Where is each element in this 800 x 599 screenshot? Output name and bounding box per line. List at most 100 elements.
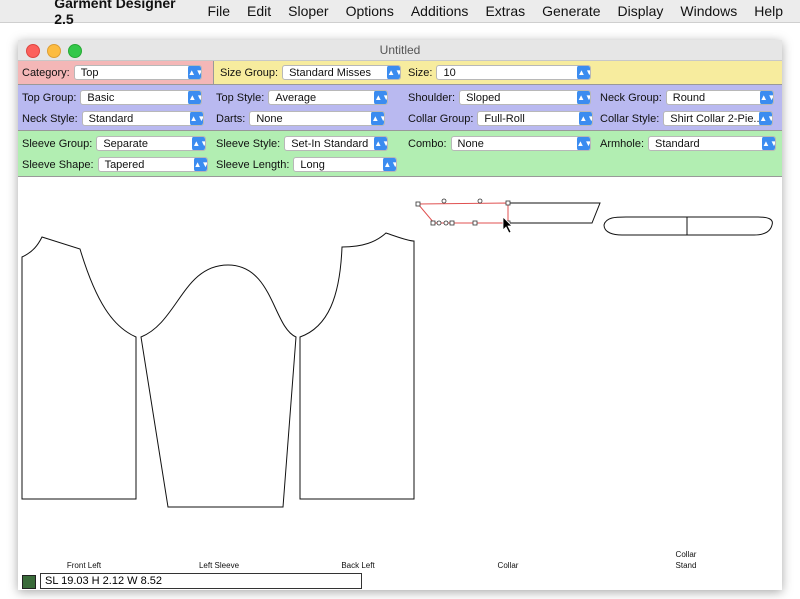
close-light-icon[interactable] (26, 44, 40, 58)
menu-windows[interactable]: Windows (680, 3, 737, 19)
label-collar-stand-2: Stand (675, 561, 697, 570)
chevron-updown-icon: ▲▼ (577, 91, 591, 104)
window-title: Untitled (379, 43, 421, 57)
darts-field: Darts: None▲▼ (216, 111, 386, 126)
collar-stand-piece (603, 216, 773, 236)
sleeve-length-select[interactable]: Long▲▼ (293, 157, 398, 172)
pattern-canvas[interactable]: Front Left Left Sleeve Back Left Collar … (18, 177, 782, 575)
sleeve-style-select[interactable]: Set-In Standard▲▼ (284, 136, 389, 151)
category-select[interactable]: Top▲▼ (73, 65, 202, 80)
collar-piece (508, 202, 601, 224)
back-left-piece (299, 232, 415, 500)
shoulder-field: Shoulder: Sloped▲▼ (408, 90, 592, 105)
menu-help[interactable]: Help (754, 3, 783, 19)
chevron-updown-icon: ▲▼ (371, 112, 385, 125)
menu-sloper[interactable]: Sloper (288, 3, 328, 19)
sleeve-length-label: Sleeve Length: (216, 158, 290, 171)
shoulder-label: Shoulder: (408, 91, 456, 104)
menu-additions[interactable]: Additions (411, 3, 469, 19)
sleeve-length-field: Sleeve Length: Long▲▼ (216, 157, 398, 172)
size-group-label: Size Group: (220, 66, 279, 79)
armhole-field: Armhole: Standard▲▼ (600, 136, 777, 151)
neck-group-label: Neck Group: (600, 91, 662, 104)
size-field: Size: 10▲▼ (408, 65, 592, 80)
sleeve-group-select[interactable]: Separate▲▼ (96, 136, 207, 151)
neck-style-select[interactable]: Standard▲▼ (81, 111, 204, 126)
darts-select[interactable]: None▲▼ (249, 111, 386, 126)
menu-extras[interactable]: Extras (485, 3, 525, 19)
chevron-updown-icon: ▲▼ (374, 137, 388, 150)
collar-style-field: Collar Style: Shirt Collar 2-Pie...▲▼ (600, 111, 774, 126)
pattern-drawing (21, 198, 773, 508)
neck-group-field: Neck Group: Round▲▼ (600, 90, 774, 105)
chevron-updown-icon: ▲▼ (189, 112, 203, 125)
combo-label: Combo: (408, 137, 447, 150)
sleeve-shape-label: Sleeve Shape: (22, 158, 94, 171)
chevron-updown-icon: ▲▼ (374, 91, 388, 104)
left-sleeve-piece (140, 264, 297, 508)
menu-bar: Garment Designer 2.5 File Edit Sloper Op… (0, 0, 800, 27)
darts-label: Darts: (216, 112, 246, 125)
minimize-light-icon[interactable] (47, 44, 61, 58)
zoom-light-icon[interactable] (68, 44, 82, 58)
label-left-sleeve: Left Sleeve (198, 561, 240, 570)
category-band: Category: Top▲▼ Size Group: Standard Mis… (18, 61, 782, 85)
menu-edit[interactable]: Edit (247, 3, 271, 19)
top-style-label: Top Style: (216, 91, 265, 104)
sleeve-shape-field: Sleeve Shape: Tapered▲▼ (22, 157, 208, 172)
size-select[interactable]: 10▲▼ (436, 65, 592, 80)
neck-style-label: Neck Style: (22, 112, 78, 125)
collar-style-label: Collar Style: (600, 112, 660, 125)
size-group-select[interactable]: Standard Misses▲▼ (282, 65, 402, 80)
label-front-left: Front Left (66, 561, 102, 570)
menu-generate[interactable]: Generate (542, 3, 600, 19)
chevron-updown-icon: ▲▼ (576, 137, 590, 150)
chevron-updown-icon: ▲▼ (192, 137, 206, 150)
label-collar: Collar (497, 561, 519, 570)
shoulder-select[interactable]: Sloped▲▼ (459, 90, 592, 105)
title-bar: Untitled (18, 40, 782, 61)
size-group-field: Size Group: Standard Misses▲▼ (220, 65, 402, 80)
status-bar: SL 19.03 H 2.12 W 8.52 (18, 573, 782, 590)
size-label: Size: (408, 66, 433, 79)
top-style-select[interactable]: Average▲▼ (268, 90, 389, 105)
collar-group-select[interactable]: Full-Roll▲▼ (477, 111, 594, 126)
collar-style-select[interactable]: Shirt Collar 2-Pie...▲▼ (663, 111, 774, 126)
menu-file[interactable]: File (207, 3, 230, 19)
top-group-select[interactable]: Basic▲▼ (80, 90, 203, 105)
armhole-select[interactable]: Standard▲▼ (648, 136, 777, 151)
chevron-updown-icon: ▲▼ (759, 112, 773, 125)
menu-options[interactable]: Options (346, 3, 394, 19)
menu-display[interactable]: Display (618, 3, 664, 19)
collar-group-label: Collar Group: (408, 112, 474, 125)
chevron-updown-icon: ▲▼ (193, 158, 207, 171)
category-label: Category: (22, 66, 70, 79)
top-band: Top Group: Basic▲▼ Top Style: Average▲▼ … (18, 85, 782, 131)
chevron-updown-icon: ▲▼ (383, 158, 397, 171)
status-indicator-icon[interactable] (22, 575, 36, 589)
document-window: Untitled Category: Top▲▼ Size Group: Sta… (18, 40, 782, 590)
top-group-field: Top Group: Basic▲▼ (22, 90, 203, 105)
combo-field: Combo: None▲▼ (408, 136, 591, 151)
armhole-label: Armhole: (600, 137, 645, 150)
front-left-piece (21, 236, 137, 500)
chevron-updown-icon: ▲▼ (577, 66, 591, 79)
sleeve-group-field: Sleeve Group: Separate▲▼ (22, 136, 207, 151)
chevron-updown-icon: ▲▼ (187, 66, 201, 79)
category-field: Category: Top▲▼ (22, 65, 202, 80)
app-menu[interactable]: Garment Designer 2.5 (54, 0, 191, 27)
combo-select[interactable]: None▲▼ (450, 136, 591, 151)
chevron-updown-icon: ▲▼ (579, 112, 593, 125)
sleeve-group-label: Sleeve Group: (22, 137, 93, 150)
chevron-updown-icon: ▲▼ (759, 91, 773, 104)
status-readout: SL 19.03 H 2.12 W 8.52 (40, 573, 362, 589)
top-style-field: Top Style: Average▲▼ (216, 90, 389, 105)
top-group-label: Top Group: (22, 91, 77, 104)
neck-group-select[interactable]: Round▲▼ (665, 90, 774, 105)
chevron-updown-icon: ▲▼ (762, 137, 776, 150)
label-collar-stand-1: Collar (675, 550, 697, 559)
sleeve-shape-select[interactable]: Tapered▲▼ (97, 157, 208, 172)
collar-selection (416, 202, 509, 224)
collar-group-field: Collar Group: Full-Roll▲▼ (408, 111, 594, 126)
sleeve-style-label: Sleeve Style: (216, 137, 281, 150)
